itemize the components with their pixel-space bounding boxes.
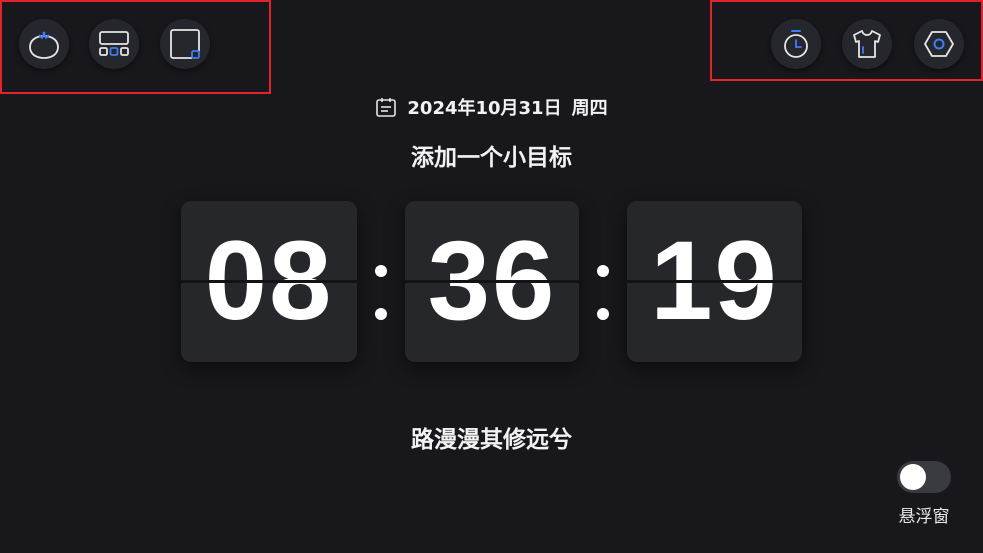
tomato-button[interactable] [19, 19, 69, 69]
date-text: 2024年10月31日 [407, 98, 562, 119]
card-seam [181, 280, 357, 283]
settings-hexagon-icon [924, 31, 954, 57]
layout-button[interactable] [89, 19, 139, 69]
minutes-card: 36 [405, 201, 579, 362]
window-button[interactable] [160, 19, 210, 69]
layout-icon [99, 31, 129, 56]
toggle-knob [900, 464, 926, 490]
colon-dot [375, 265, 387, 277]
weekday-text: 周四 [571, 98, 608, 119]
seconds-card: 19 [627, 201, 802, 362]
floating-window-toggle[interactable] [897, 461, 951, 493]
motto-text[interactable]: 路漫漫其修远兮 [0, 420, 983, 454]
shirt-icon [853, 30, 881, 58]
stopwatch-button[interactable] [771, 19, 821, 69]
floating-window-label: 悬浮窗 [898, 507, 950, 527]
colon-dot [375, 308, 387, 320]
date-row: 2024年10月31日 周四 [0, 93, 983, 121]
colon-dot [597, 308, 609, 320]
add-goal-button[interactable]: 添加一个小目标 [0, 138, 983, 172]
stopwatch-icon [784, 30, 808, 58]
calendar-icon [376, 98, 397, 117]
theme-button[interactable] [842, 19, 892, 69]
colon-dot [597, 265, 609, 277]
card-seam [405, 280, 579, 283]
card-seam [627, 280, 802, 283]
window-icon [170, 29, 200, 59]
tomato-icon [29, 31, 59, 59]
hours-card: 08 [181, 201, 357, 362]
settings-button[interactable] [914, 19, 964, 69]
